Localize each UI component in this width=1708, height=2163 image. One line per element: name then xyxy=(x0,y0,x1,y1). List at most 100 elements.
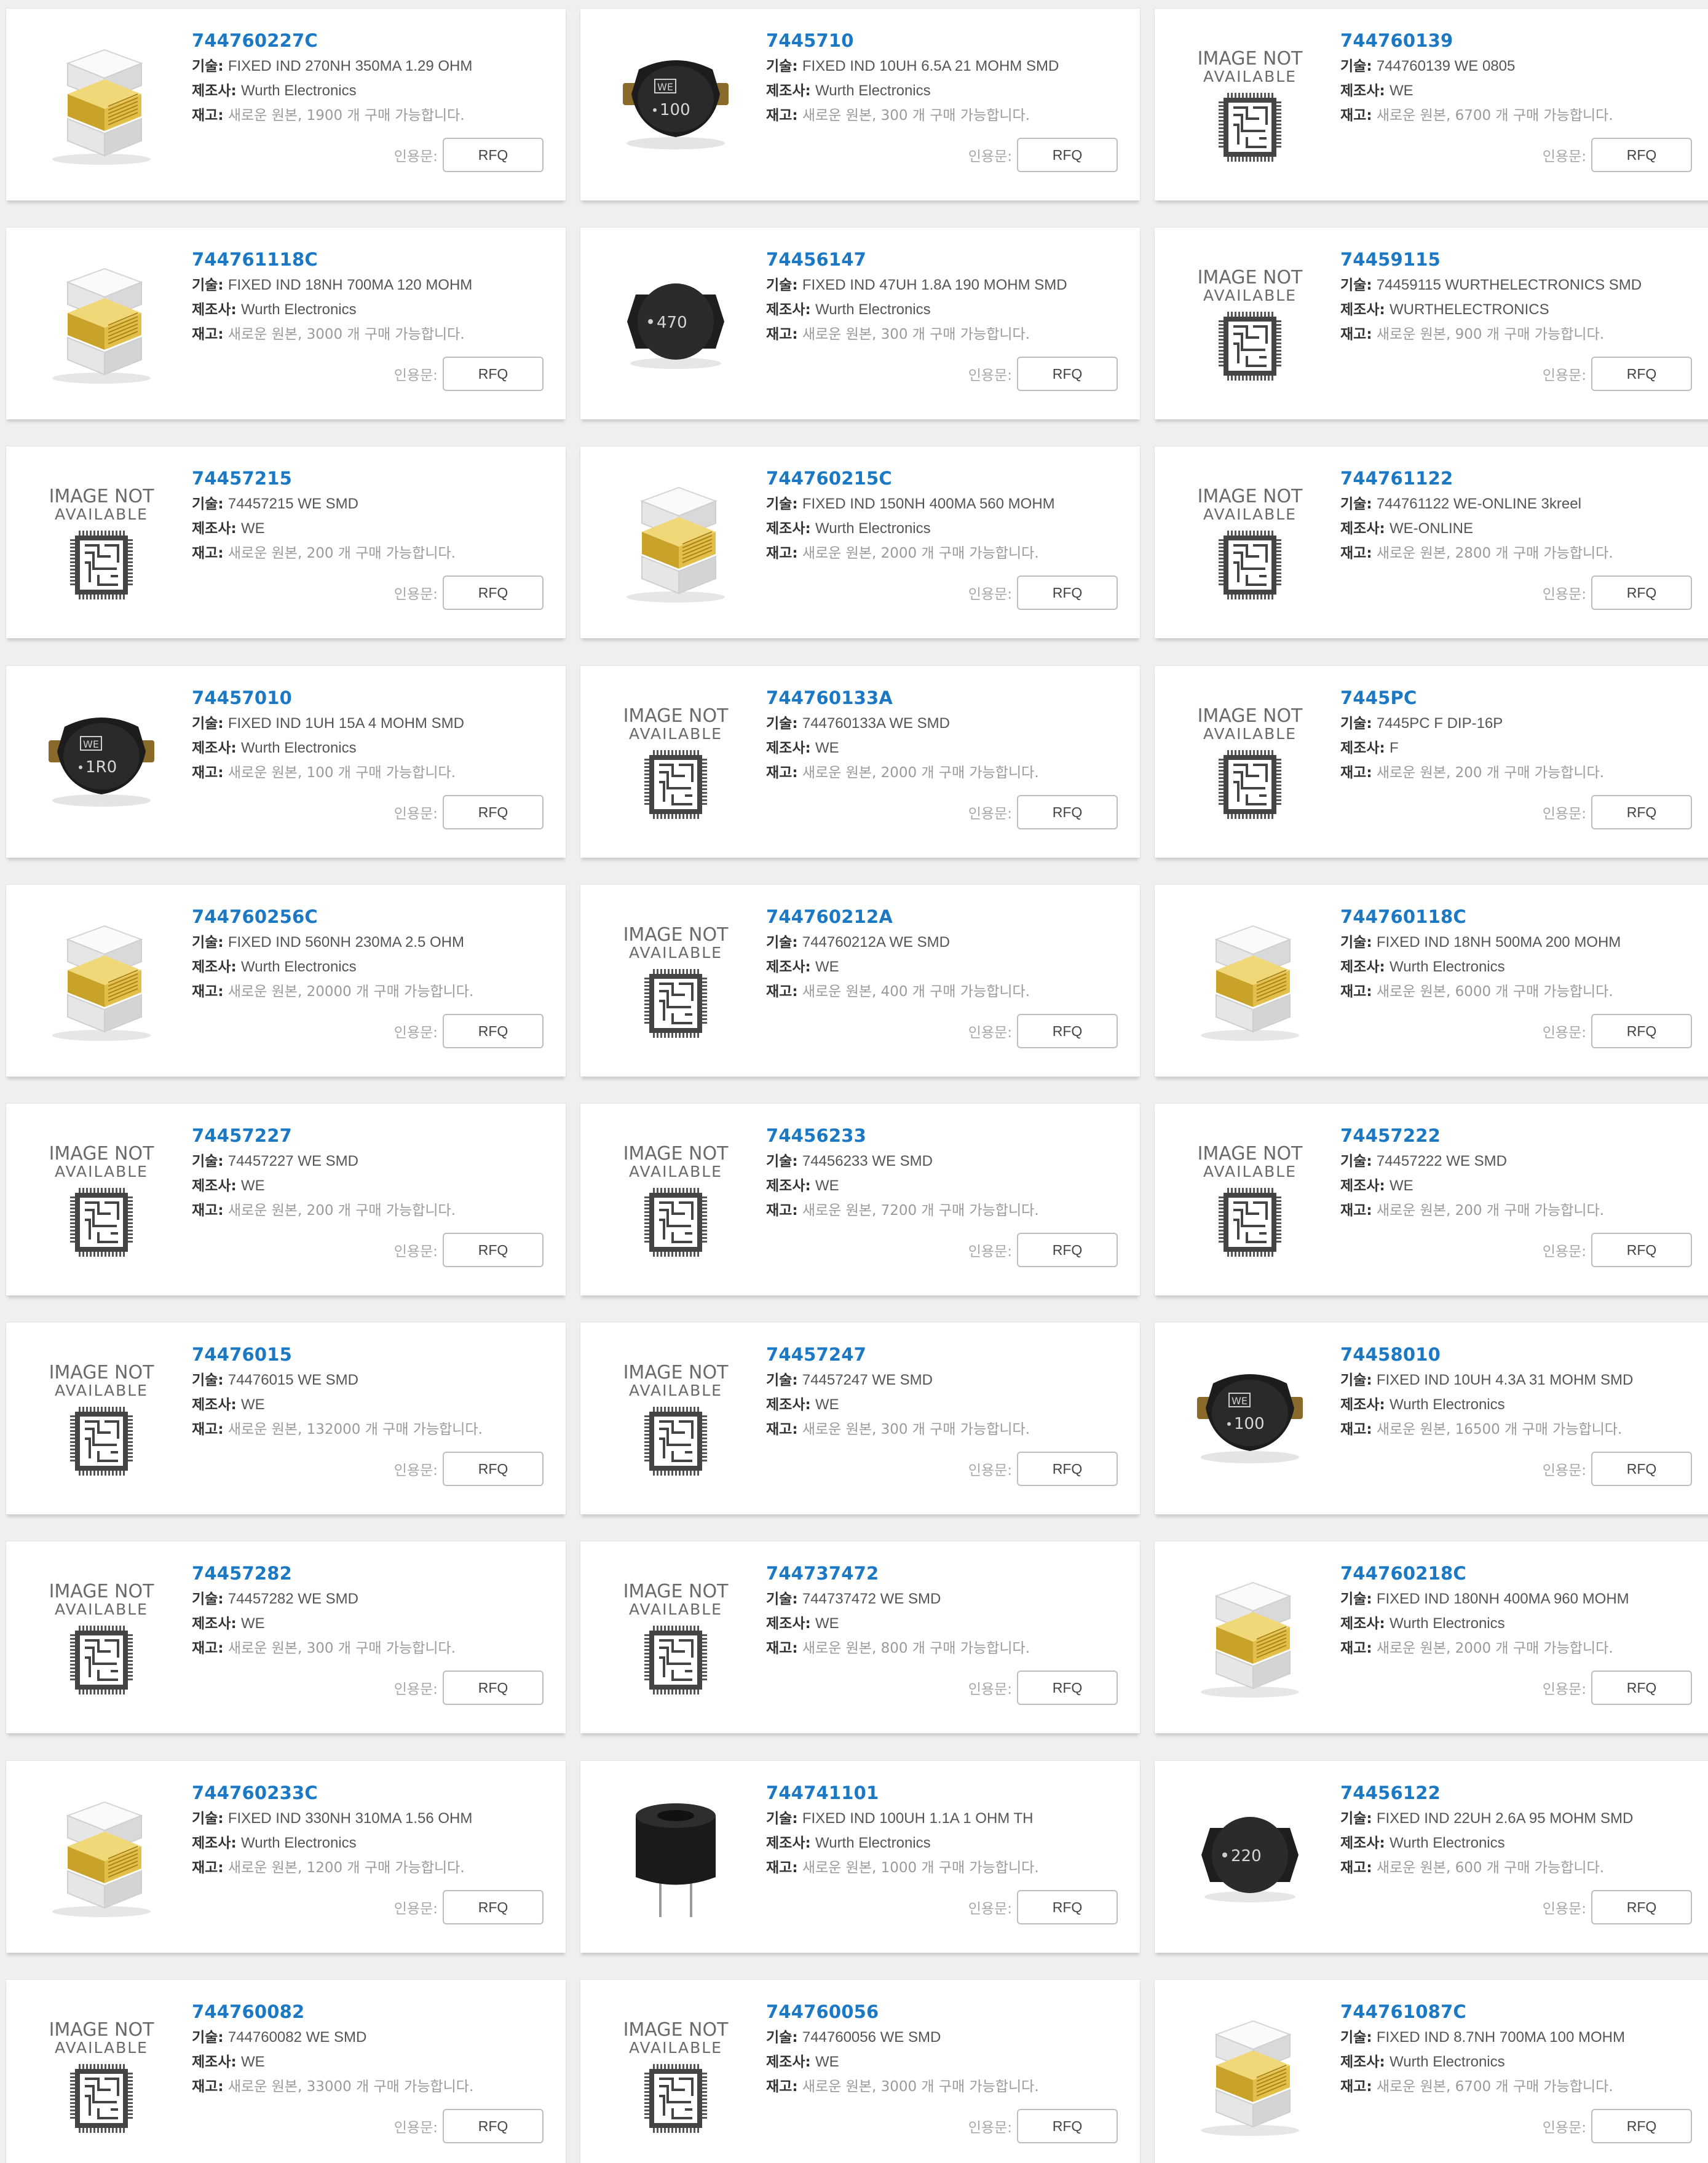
rfq-button[interactable]: RFQ xyxy=(1017,1452,1118,1486)
part-number-link[interactable]: 744760256C xyxy=(192,903,541,930)
product-image[interactable] xyxy=(605,1783,746,1928)
part-number-link[interactable]: 744760082 xyxy=(192,1998,541,2025)
rfq-button[interactable]: RFQ xyxy=(1017,1671,1118,1705)
description-label: 기술: xyxy=(1340,277,1372,293)
part-number-link[interactable]: 744760056 xyxy=(766,1998,1115,2025)
part-number-link[interactable]: 744761122 xyxy=(1340,465,1690,492)
rfq-button[interactable]: RFQ xyxy=(1017,795,1118,829)
product-image[interactable]: WE 100 xyxy=(1179,1345,1321,1490)
part-number-link[interactable]: 744737472 xyxy=(766,1560,1115,1587)
part-number-link[interactable]: 74456122 xyxy=(1340,1779,1690,1806)
part-number-link[interactable]: 744760227C xyxy=(192,27,541,54)
rfq-button[interactable]: RFQ xyxy=(443,1452,544,1486)
product-image[interactable]: IMAGE NOT AVAILABLE xyxy=(605,2002,746,2147)
part-number-link[interactable]: 74457010 xyxy=(192,684,541,711)
part-number-link[interactable]: 744760215C xyxy=(766,465,1115,492)
product-image[interactable]: 470 xyxy=(605,250,746,395)
product-image[interactable]: 220 xyxy=(1179,1783,1321,1928)
rfq-button[interactable]: RFQ xyxy=(1591,1890,1692,1924)
rfq-button[interactable]: RFQ xyxy=(1591,2109,1692,2143)
part-number-link[interactable]: 744760133A xyxy=(766,684,1115,711)
product-image[interactable]: WE 100 xyxy=(605,31,746,176)
rfq-button[interactable]: RFQ xyxy=(443,1014,544,1048)
product-image[interactable]: IMAGE NOT AVAILABLE xyxy=(605,907,746,1052)
rfq-button[interactable]: RFQ xyxy=(1017,357,1118,391)
rfq-button[interactable]: RFQ xyxy=(1591,1233,1692,1267)
part-number-link[interactable]: 74456147 xyxy=(766,246,1115,273)
product-image[interactable]: IMAGE NOT AVAILABLE xyxy=(31,2002,172,2147)
rfq-button[interactable]: RFQ xyxy=(443,1233,544,1267)
product-image[interactable]: IMAGE NOT AVAILABLE xyxy=(605,688,746,833)
product-image[interactable] xyxy=(31,907,172,1052)
part-number-link[interactable]: 74459115 xyxy=(1340,246,1690,273)
product-image[interactable]: IMAGE NOT AVAILABLE xyxy=(605,1345,746,1490)
part-number-link[interactable]: 744760233C xyxy=(192,1779,541,1806)
rfq-button[interactable]: RFQ xyxy=(1591,1452,1692,1486)
product-image[interactable]: IMAGE NOT AVAILABLE xyxy=(1179,1126,1321,1271)
rfq-button[interactable]: RFQ xyxy=(1591,1014,1692,1048)
part-number-link[interactable]: 744760139 xyxy=(1340,27,1690,54)
product-image[interactable]: IMAGE NOT AVAILABLE xyxy=(31,1126,172,1271)
product-info: 74457282 기술: 74457282 WE SMD 제조사: WE 재고:… xyxy=(192,1560,541,1661)
part-number-link[interactable]: 7445PC xyxy=(1340,684,1690,711)
part-number-link[interactable]: 74456233 xyxy=(766,1122,1115,1149)
product-image[interactable]: IMAGE NOT AVAILABLE xyxy=(31,1564,172,1709)
rfq-button[interactable]: RFQ xyxy=(443,138,544,172)
rfq-button[interactable]: RFQ xyxy=(1017,138,1118,172)
rfq-button[interactable]: RFQ xyxy=(1017,1890,1118,1924)
product-image[interactable]: IMAGE NOT AVAILABLE xyxy=(1179,469,1321,614)
part-number-link[interactable]: 744760212A xyxy=(766,903,1115,930)
rfq-button[interactable]: RFQ xyxy=(1591,138,1692,172)
rfq-button[interactable]: RFQ xyxy=(443,1671,544,1705)
rfq-button[interactable]: RFQ xyxy=(1017,2109,1118,2143)
part-number-link[interactable]: 74457227 xyxy=(192,1122,541,1149)
part-number-link[interactable]: 744760218C xyxy=(1340,1560,1690,1587)
part-number-link[interactable]: 744760118C xyxy=(1340,903,1690,930)
part-number-link[interactable]: 7445710 xyxy=(766,27,1115,54)
part-number-link[interactable]: 744761087C xyxy=(1340,1998,1690,2025)
part-number-link[interactable]: 74476015 xyxy=(192,1341,541,1368)
manufacturer-value: Wurth Electronics xyxy=(241,1835,357,1851)
rfq-button[interactable]: RFQ xyxy=(1591,795,1692,829)
part-number-link[interactable]: 74457282 xyxy=(192,1560,541,1587)
product-image[interactable] xyxy=(1179,2002,1321,2147)
rfq-button[interactable]: RFQ xyxy=(1591,357,1692,391)
rfq-button[interactable]: RFQ xyxy=(443,357,544,391)
quote-label: 인용문: xyxy=(393,806,438,822)
product-image[interactable]: IMAGE NOT AVAILABLE xyxy=(31,469,172,614)
product-image[interactable]: IMAGE NOT AVAILABLE xyxy=(1179,688,1321,833)
product-image[interactable] xyxy=(1179,1564,1321,1709)
product-image[interactable]: WE 1R0 xyxy=(31,688,172,833)
description-value: 74456233 WE SMD xyxy=(802,1153,933,1169)
rfq-button[interactable]: RFQ xyxy=(443,795,544,829)
part-number-link[interactable]: 744761118C xyxy=(192,246,541,273)
rfq-button[interactable]: RFQ xyxy=(1591,575,1692,610)
rfq-button[interactable]: RFQ xyxy=(1017,1233,1118,1267)
stock-label: 재고: xyxy=(1340,1203,1372,1219)
rfq-button[interactable]: RFQ xyxy=(443,2109,544,2143)
product-image[interactable]: IMAGE NOT AVAILABLE xyxy=(1179,250,1321,395)
part-number-link[interactable]: 74457215 xyxy=(192,465,541,492)
product-image[interactable] xyxy=(31,1783,172,1928)
product-image[interactable]: IMAGE NOT AVAILABLE xyxy=(605,1564,746,1709)
product-image[interactable]: IMAGE NOT AVAILABLE xyxy=(605,1126,746,1271)
rfq-button[interactable]: RFQ xyxy=(443,1890,544,1924)
product-image[interactable]: IMAGE NOT AVAILABLE xyxy=(1179,31,1321,176)
product-image[interactable] xyxy=(1179,907,1321,1052)
stock-value: 새로운 원본, 600 개 구매 가능합니다. xyxy=(1376,1860,1605,1876)
rfq-button[interactable]: RFQ xyxy=(443,575,544,610)
chip-inductor-icon xyxy=(52,1801,151,1917)
rfq-button[interactable]: RFQ xyxy=(1017,1014,1118,1048)
manufacturer-label: 제조사: xyxy=(192,302,237,318)
product-image[interactable] xyxy=(31,250,172,395)
rfq-button[interactable]: RFQ xyxy=(1017,575,1118,610)
product-image[interactable] xyxy=(31,31,172,176)
part-number-link[interactable]: 744741101 xyxy=(766,1779,1115,1806)
part-number-link[interactable]: 74458010 xyxy=(1340,1341,1690,1368)
product-image[interactable] xyxy=(605,469,746,614)
product-image[interactable]: IMAGE NOT AVAILABLE xyxy=(31,1345,172,1490)
part-number-link[interactable]: 74457247 xyxy=(766,1341,1115,1368)
description-row: 기술: 74457247 WE SMD xyxy=(766,1368,1115,1393)
part-number-link[interactable]: 74457222 xyxy=(1340,1122,1690,1149)
rfq-button[interactable]: RFQ xyxy=(1591,1671,1692,1705)
